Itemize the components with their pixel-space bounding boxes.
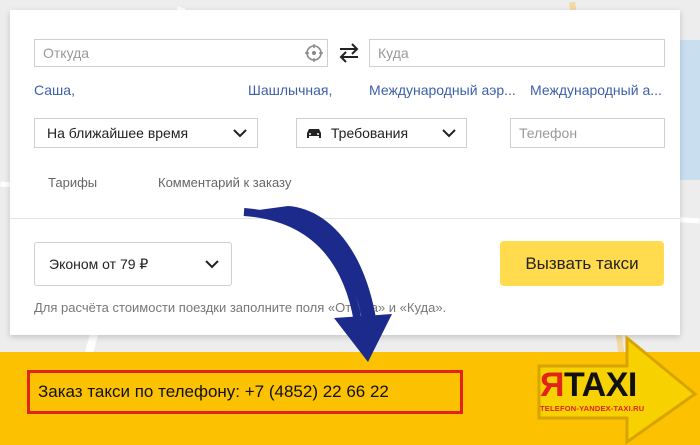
logo-taxi: TAXI	[563, 366, 637, 404]
suggestion-to-1[interactable]: Международный аэр...	[369, 82, 516, 98]
phone-order-box[interactable]: Заказ такси по телефону: +7 (4852) 22 66…	[27, 370, 463, 414]
suggestion-to-2[interactable]: Международный а...	[530, 82, 662, 98]
swap-icon[interactable]	[334, 40, 364, 66]
chevron-down-icon	[205, 260, 219, 269]
locate-icon[interactable]	[303, 42, 325, 64]
phone-input[interactable]: Телефон	[510, 118, 665, 148]
time-select[interactable]: На ближайшее время	[34, 118, 258, 148]
requirements-select[interactable]: Требования	[296, 118, 467, 148]
car-icon	[307, 129, 321, 138]
suggestion-from-2[interactable]: Шашлычная,	[248, 82, 332, 98]
time-select-label: На ближайшее время	[47, 125, 189, 141]
call-taxi-button[interactable]: Вызвать такси	[500, 241, 664, 286]
tab-comment[interactable]: Комментарий к заказу	[158, 175, 291, 190]
tab-tariffs[interactable]: Тарифы	[48, 175, 97, 190]
tariff-select[interactable]: Эконом от 79 ₽	[34, 242, 232, 286]
from-input[interactable]: Откуда	[34, 39, 328, 67]
to-placeholder: Куда	[378, 45, 409, 61]
tariff-select-label: Эконом от 79 ₽	[49, 256, 149, 272]
order-form-card: Откуда Куда Саша, Шашлычная, Международн…	[10, 10, 680, 335]
chevron-down-icon	[442, 129, 456, 138]
from-placeholder: Откуда	[43, 45, 90, 61]
logo-ya: Я	[540, 366, 564, 404]
yataxi-logo: ЯTAXI	[540, 368, 660, 402]
requirements-select-label: Требования	[330, 125, 409, 141]
phone-order-text: Заказ такси по телефону: +7 (4852) 22 66…	[38, 382, 389, 401]
suggestion-from-1[interactable]: Саша,	[34, 82, 75, 98]
divider	[10, 218, 680, 219]
price-hint: Для расчёта стоимости поездки заполните …	[34, 300, 447, 315]
phone-placeholder: Телефон	[519, 125, 578, 141]
logo-site: TELEFON-YANDEX-TAXI.RU	[540, 404, 645, 413]
chevron-down-icon	[233, 129, 247, 138]
to-input[interactable]: Куда	[369, 39, 665, 67]
